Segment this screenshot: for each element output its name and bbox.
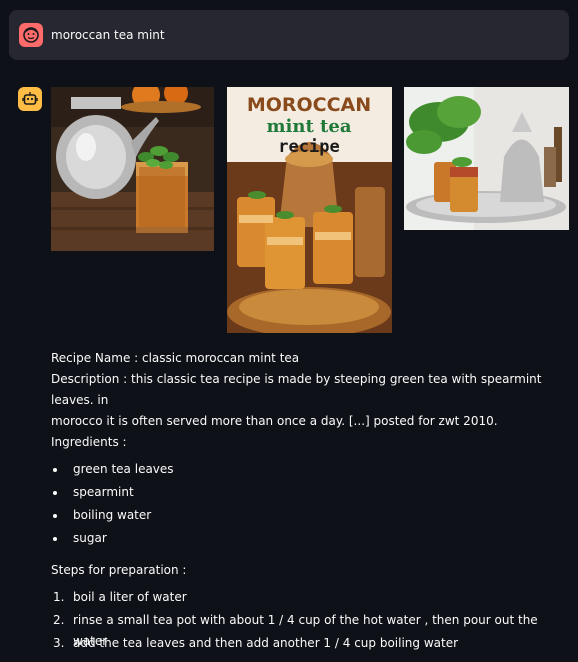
steps-label: Steps for preparation : [51,563,187,577]
poster-title-line1: MOROCCAN [247,94,371,116]
step-number: 2. [53,613,65,627]
step-text: add the tea leaves and then add another … [73,636,459,650]
ingredients-label: Ingredients : [51,435,127,449]
list-item: sugar [51,528,571,551]
list-item: boiling water [51,505,571,528]
recipe-name: Recipe Name : classic moroccan mint tea [51,351,300,365]
tea-image-tray[interactable] [404,87,569,230]
step-number: 1. [53,590,65,604]
recipe-content: Recipe Name : classic moroccan mint tea … [51,348,571,662]
list-item: 3. add the tea leaves and then add anothe… [51,633,571,656]
list-item: 1. boil a liter of water [51,587,571,610]
user-avatar-icon [19,23,43,47]
assistant-avatar-icon [18,87,42,111]
recipe-description-line1: Description : this classic tea recipe is… [51,372,542,407]
list-item: spearmint [51,482,571,505]
recipe-description-line2: morocco it is often served more than onc… [51,414,498,428]
tea-image-teapot[interactable] [51,87,214,251]
tea-image-recipe-poster[interactable]: MOROCCAN mint tea recipe [227,87,392,333]
user-message-text: moroccan tea mint [51,28,165,42]
list-item: green tea leaves [51,459,571,482]
poster-title-line3: recipe [278,137,339,157]
ingredients-list: green tea leaves spearmint boiling water… [51,459,571,551]
poster-title-line2: mint tea [267,116,352,137]
list-item: 2. rinse a small tea pot with about 1 / 4… [51,610,571,648]
step-number: 3. [53,636,65,650]
user-message: moroccan tea mint [9,10,569,60]
step-text: boil a liter of water [73,590,187,604]
